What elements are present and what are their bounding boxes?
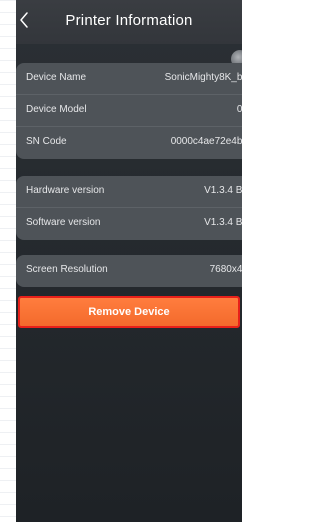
remove-device-button[interactable]: Remove Device [18, 296, 240, 328]
row-value: 7680x43 [209, 264, 242, 275]
row-label: Hardware version [26, 185, 105, 196]
background-pattern [0, 0, 16, 522]
version-info-card: Hardware version V1.3.4 Be Software vers… [16, 176, 242, 240]
info-row-device-name: Device Name SonicMighty8K_ba [16, 63, 242, 95]
row-value: SonicMighty8K_ba [164, 72, 242, 83]
page: Printer Information Device Name SonicMig… [0, 0, 242, 522]
row-label: Device Model [26, 104, 87, 115]
info-row-hardware-version: Hardware version V1.3.4 Be [16, 176, 242, 208]
row-value: V1.3.4 Be [204, 217, 242, 228]
info-row-software-version: Software version V1.3.4 Be [16, 208, 242, 240]
info-row-device-model: Device Model 00 [16, 95, 242, 127]
row-label: Software version [26, 217, 101, 228]
device-info-card: Device Name SonicMighty8K_ba Device Mode… [16, 63, 242, 159]
row-value: 00 [236, 104, 242, 115]
row-label: Device Name [26, 72, 87, 83]
row-value: V1.3.4 Be [204, 185, 242, 196]
info-row-screen-resolution: Screen Resolution 7680x43 [16, 255, 242, 287]
row-value: 0000c4ae72e4ba [170, 136, 242, 147]
row-label: SN Code [26, 136, 67, 147]
app-screen: Printer Information Device Name SonicMig… [16, 0, 242, 522]
header-bar: Printer Information [16, 0, 242, 44]
row-label: Screen Resolution [26, 264, 108, 275]
page-title: Printer Information [65, 12, 193, 29]
info-row-sn-code: SN Code 0000c4ae72e4ba [16, 127, 242, 159]
screen-info-card: Screen Resolution 7680x43 [16, 255, 242, 287]
